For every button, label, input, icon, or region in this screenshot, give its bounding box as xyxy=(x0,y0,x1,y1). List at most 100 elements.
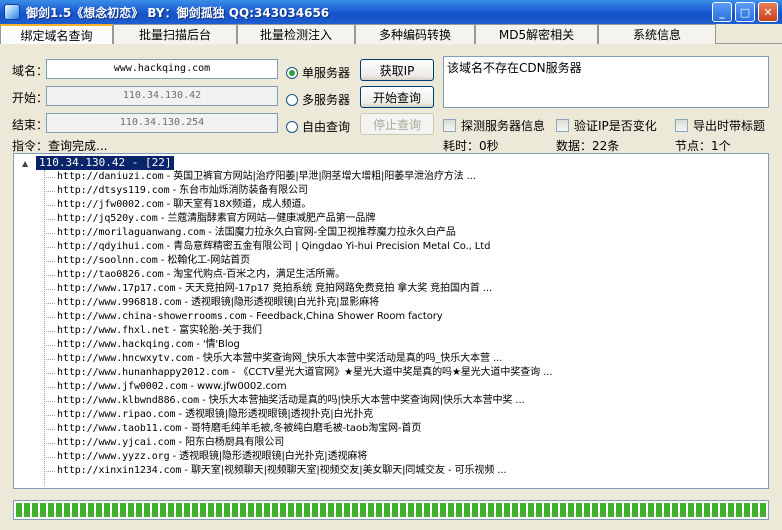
checkbox-detect-server[interactable]: 探测服务器信息 xyxy=(443,117,545,134)
tree-item-separator: - xyxy=(157,255,168,266)
radio-single-server[interactable]: 单服务器 xyxy=(286,64,350,81)
get-ip-button[interactable]: 获取IP xyxy=(360,59,434,81)
tree-item-title: 英国卫裤官方网站|治疗阳萎|早泄|阴茎增大增粗|阳萎早泄治疗方法 ... xyxy=(173,171,476,182)
tree-item-label: http://daniuzi.com - 英国卫裤官方网站|治疗阳萎|早泄|阴茎… xyxy=(57,170,476,184)
tree-branch-line xyxy=(44,232,55,234)
tree-item-url: http://www.hackqing.com xyxy=(57,339,194,350)
domain-input[interactable]: www.hackqing.com xyxy=(46,59,278,79)
start-query-button[interactable]: 开始查询 xyxy=(360,86,434,108)
tree-item-url: http://www.jfw0002.com xyxy=(57,381,188,392)
checkbox-export-title[interactable]: 导出时带标题 xyxy=(675,117,765,134)
tab-batch-scan-admin[interactable]: 批量扫描后台 xyxy=(113,24,237,44)
tree-item-separator: - xyxy=(169,185,180,196)
tree-item-url: http://www.hncwxytv.com xyxy=(57,353,194,364)
progress-fill xyxy=(16,503,766,517)
tree-item-separator: - xyxy=(163,171,174,182)
tree-item-url: http://www.hunanhappy2012.com xyxy=(57,367,229,378)
tree-item-separator: - xyxy=(175,409,186,420)
command-status: 指令：查询完成... xyxy=(12,139,108,153)
app-icon xyxy=(4,4,20,20)
node-count-status: 节点：1个 xyxy=(675,139,731,153)
result-tree[interactable]: ▲ 110.34.130.42 - [22] http://daniuzi.co… xyxy=(13,153,769,489)
tree-item[interactable]: http://www.ripao.com - 透视眼镜|隐形透视眼镜|透视扑克|… xyxy=(44,408,552,422)
tree-item-label: http://www.klbwnd886.com - 快乐大本营抽奖活动是真的吗… xyxy=(57,394,525,408)
end-label: 结束： xyxy=(12,118,49,132)
checkbox-verify-ip[interactable]: 验证IP是否变化 xyxy=(556,117,657,134)
maximize-icon[interactable]: □ xyxy=(735,2,755,22)
tree-item-title: 天天竞拍网-17p17 竞拍系统 竞拍网路免费竞拍 拿大奖 竞拍国内首 ... xyxy=(185,283,493,294)
tree-item-separator: - xyxy=(175,283,186,294)
tree-branch-line xyxy=(44,316,55,318)
tree-root-label[interactable]: 110.34.130.42 - [22] xyxy=(36,156,175,170)
tree-item-separator: - xyxy=(169,325,180,336)
tab-bind-domain-query[interactable]: 绑定域名查询 xyxy=(0,24,113,44)
tree-item-label: http://soolnn.com - 松翰化工-网站首页 xyxy=(57,254,250,268)
tree-item[interactable]: http://www.yyzz.org - 透视眼镜|隐形透视眼镜|白光扑克|透… xyxy=(44,450,552,464)
tree-item-separator: - xyxy=(157,213,168,224)
tree-item[interactable]: http://www.china-showerrooms.com - Feedb… xyxy=(44,310,552,324)
tree-root-node[interactable]: ▲ 110.34.130.42 - [22] xyxy=(22,156,175,170)
tree-item-title: 快乐大本营抽奖活动是真的吗|快乐大本营中奖查询网|快乐大本营中奖 ... xyxy=(208,395,525,406)
tree-item-url: http://qdyihui.com xyxy=(57,241,164,252)
tree-branch-line xyxy=(44,288,55,290)
tab-md5-decrypt[interactable]: MD5解密相关 xyxy=(475,24,598,44)
tab-system-info[interactable]: 系统信息 xyxy=(598,24,716,44)
tree-item-title: 哥特磨毛纯羊毛被,冬被纯白磨毛被-taob淘宝网-首页 xyxy=(191,423,422,434)
tree-item[interactable]: http://xinxin1234.com - 聊天室|视频聊天|视频聊天室|视… xyxy=(44,464,552,478)
end-ip-input[interactable]: 110.34.130.254 xyxy=(46,113,278,133)
close-icon[interactable]: ✕ xyxy=(758,2,778,22)
tree-item-url: http://morilaguanwang.com xyxy=(57,227,206,238)
tree-item[interactable]: http://www.jfw0002.com - www.jfw0002.com xyxy=(44,380,552,394)
stop-query-button[interactable]: 停止查询 xyxy=(360,113,434,135)
tree-item[interactable]: http://jq520y.com - 兰蔻清脂酵素官方网站—健康减肥产品第一品… xyxy=(44,212,552,226)
tree-item-url: http://xinxin1234.com xyxy=(57,465,182,476)
tab-batch-injection[interactable]: 批量检测注入 xyxy=(237,24,355,44)
tree-item[interactable]: http://tao0826.com - 淘宝代购点-百米之内，满足生活所需。 xyxy=(44,268,552,282)
tree-item-title: 松翰化工-网站首页 xyxy=(167,255,251,266)
tree-item[interactable]: http://www.fhxl.net - 富实轮胎-关于我们 xyxy=(44,324,552,338)
tree-item-url: http://www.996818.com xyxy=(57,297,182,308)
tree-item[interactable]: http://www.hncwxytv.com - 快乐大本营中奖查询网_快乐大… xyxy=(44,352,552,366)
tree-item[interactable]: http://morilaguanwang.com - 法国魔力拉永久白官网-全… xyxy=(44,226,552,240)
checkbox-icon xyxy=(675,119,688,132)
tree-branch-line xyxy=(44,274,55,276)
tree-item[interactable]: http://www.996818.com - 透视眼镜|隐形透视眼镜|白光扑克… xyxy=(44,296,552,310)
tree-item-title: '情'Blog xyxy=(202,339,240,350)
start-ip-input[interactable]: 110.34.130.42 xyxy=(46,86,278,106)
tree-item[interactable]: http://www.yjcai.com - 阳东白杨厨具有限公司 xyxy=(44,436,552,450)
tree-item-separator: - xyxy=(163,241,174,252)
radio-free-query[interactable]: 自由查询 xyxy=(286,118,350,135)
tree-item[interactable]: http://www.hunanhappy2012.com - 《CCTV星光大… xyxy=(44,366,552,380)
tree-item-separator: - xyxy=(163,199,174,210)
tree-item[interactable]: http://dtsys119.com - 东台市灿烁消防装备有限公司 xyxy=(44,184,552,198)
tree-item[interactable]: http://www.taob11.com - 哥特磨毛纯羊毛被,冬被纯白磨毛被… xyxy=(44,422,552,436)
radio-multi-server[interactable]: 多服务器 xyxy=(286,91,350,108)
tree-item-label: http://www.hunanhappy2012.com - 《CCTV星光大… xyxy=(57,366,552,380)
tree-item-title: 透视眼镜|隐形透视眼镜|透视扑克|白光扑克 xyxy=(185,409,374,420)
tree-item-url: http://soolnn.com xyxy=(57,255,158,266)
collapse-icon[interactable]: ▲ xyxy=(22,159,31,168)
tree-item[interactable]: http://jfw0002.com - 聊天室有18X频道，成人频道。 xyxy=(44,198,552,212)
tree-item[interactable]: http://daniuzi.com - 英国卫裤官方网站|治疗阳萎|早泄|阴茎… xyxy=(44,170,552,184)
title-bar[interactable]: 御剑1.5《想念初恋》 BY：御剑孤独 QQ:343034656 _ □ ✕ xyxy=(0,0,782,24)
checkbox-icon xyxy=(443,119,456,132)
tree-item-url: http://www.yjcai.com xyxy=(57,437,176,448)
tree-item[interactable]: http://www.hackqing.com - '情'Blog xyxy=(44,338,552,352)
tree-item[interactable]: http://www.17p17.com - 天天竞拍网-17p17 竞拍系统 … xyxy=(44,282,552,296)
tree-item[interactable]: http://soolnn.com - 松翰化工-网站首页 xyxy=(44,254,552,268)
minimize-icon[interactable]: _ xyxy=(712,2,732,22)
tree-item-label: http://www.hncwxytv.com - 快乐大本营中奖查询网_快乐大… xyxy=(57,352,502,366)
radio-icon xyxy=(286,93,298,106)
tree-item[interactable]: http://www.klbwnd886.com - 快乐大本营抽奖活动是真的吗… xyxy=(44,394,552,408)
tree-item-title: 法国魔力拉永久白官网-全国卫视推荐魔力拉永久白产品 xyxy=(214,227,456,238)
tree-item-url: http://www.yyzz.org xyxy=(57,451,170,462)
tree-item-url: http://jfw0002.com xyxy=(57,199,164,210)
tree-item-url: http://www.fhxl.net xyxy=(57,325,170,336)
tree-branch-line xyxy=(44,260,55,262)
tree-item[interactable]: http://qdyihui.com - 青岛意辉精密五金有限公司 | Qing… xyxy=(44,240,552,254)
tree-item-separator: - xyxy=(193,353,203,364)
tab-encoding-convert[interactable]: 多种编码转换 xyxy=(355,24,475,44)
cdn-result-textbox[interactable]: 该域名不存在CDN服务器 xyxy=(443,56,769,108)
tree-branch-line xyxy=(44,204,55,206)
tree-item-separator: - xyxy=(181,465,192,476)
